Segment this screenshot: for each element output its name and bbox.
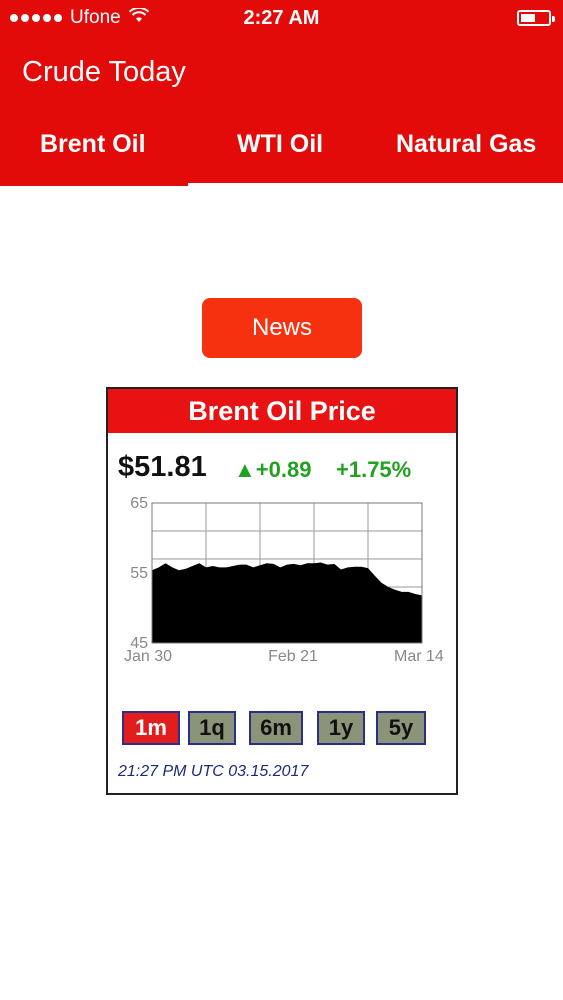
range-button-5y[interactable]: 5y	[376, 711, 426, 745]
app-title: Crude Today	[22, 56, 186, 88]
y-tick-label: 65	[130, 495, 148, 512]
x-tick-label: Mar 14	[394, 648, 444, 665]
status-bar: Ufone 2:27 AM	[0, 0, 563, 38]
price-change: ▲+0.89	[234, 457, 312, 482]
tab-natural-gas[interactable]: Natural Gas	[396, 130, 536, 159]
current-price: $51.81	[118, 451, 207, 483]
price-area	[152, 562, 422, 643]
range-button-1m[interactable]: 1m	[122, 711, 180, 745]
tab-bar: Brent Oil WTI Oil Natural Gas	[0, 120, 563, 186]
app-header: Ufone 2:27 AM Crude Today Brent Oil WTI …	[0, 0, 563, 186]
x-tick-label: Feb 21	[268, 648, 318, 665]
y-tick-label: 55	[130, 565, 148, 582]
price-chart: 65 55 45 Jan 30 Feb 21 Mar 14	[124, 495, 444, 665]
card-title: Brent Oil Price	[108, 389, 456, 433]
last-updated-timestamp: 21:27 PM UTC 03.15.2017	[118, 763, 309, 780]
x-tick-label: Jan 30	[124, 648, 172, 665]
tab-indicator	[188, 183, 563, 186]
range-button-1q[interactable]: 1q	[188, 711, 236, 745]
tab-brent-oil[interactable]: Brent Oil	[40, 130, 146, 159]
news-button[interactable]: News	[202, 298, 362, 358]
price-change-percent: +1.75%	[336, 457, 412, 482]
range-button-6m[interactable]: 6m	[249, 711, 303, 745]
price-card: Brent Oil Price $51.81 ▲+0.89 +1.75% 65 …	[106, 387, 458, 795]
status-time: 2:27 AM	[243, 7, 320, 29]
battery-icon	[517, 10, 555, 26]
tab-wti-oil[interactable]: WTI Oil	[237, 130, 323, 159]
range-button-1y[interactable]: 1y	[317, 711, 365, 745]
